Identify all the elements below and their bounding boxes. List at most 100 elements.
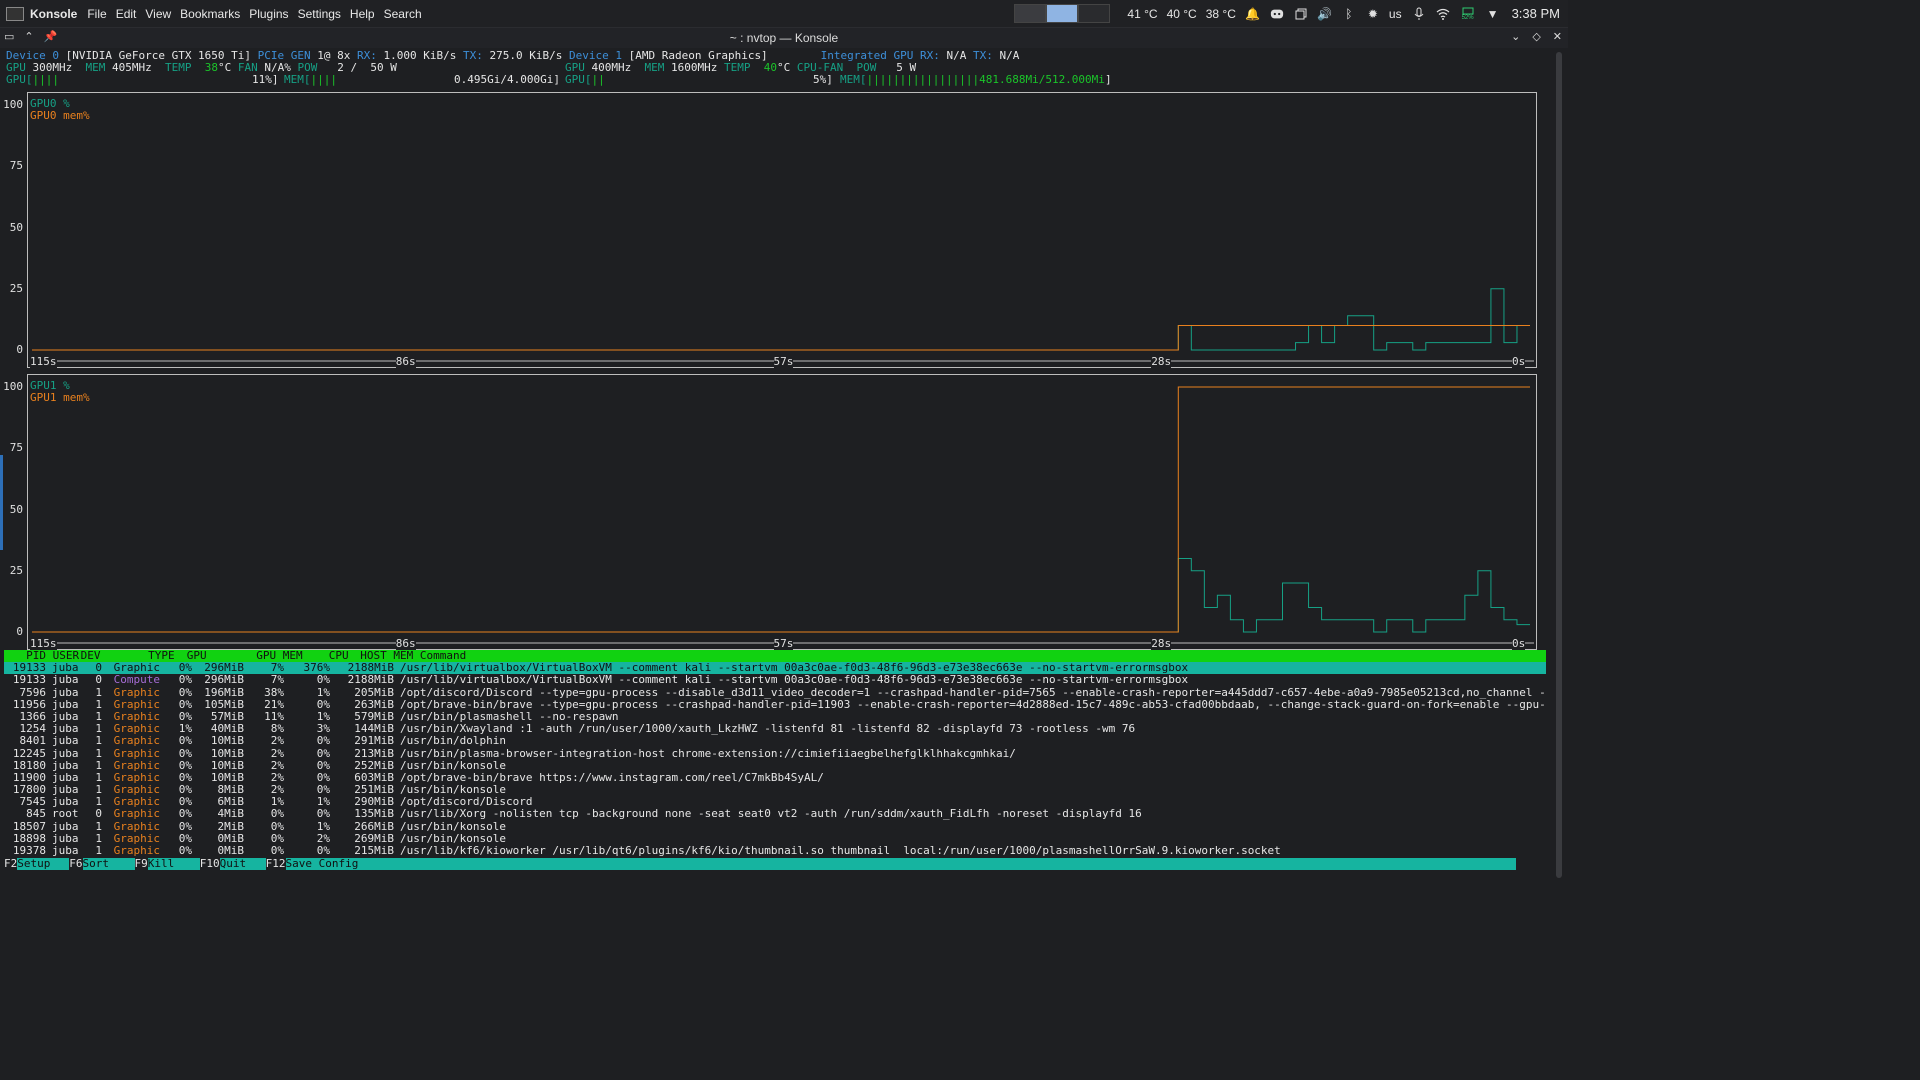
- desktop-3[interactable]: [1078, 4, 1111, 23]
- fkey-label-quit[interactable]: Quit: [219, 858, 266, 870]
- cell-gpumem: 10MiB: [210, 747, 244, 760]
- cell-user: juba: [52, 832, 79, 845]
- window-title: ~ : nvtop — Konsole: [729, 31, 839, 45]
- cell-command: /usr/lib/kf6/kioworker /usr/lib/qt6/plug…: [400, 845, 1281, 857]
- window-titlebar[interactable]: ▭ ⌃ 📌 ~ : nvtop — Konsole ⌄ ◇ ✕: [0, 28, 1568, 48]
- col-pid[interactable]: PID: [4, 650, 46, 662]
- table-row[interactable]: 18898 juba 1 Graphic 0% 0MiB 0% 2% 269MiB/usr/bi…: [4, 833, 1546, 845]
- maximize-icon[interactable]: ◇: [1532, 30, 1540, 43]
- table-row[interactable]: 8401 juba 1 Graphic 0% 10MiB 2% 0% 291MiB/usr/bi…: [4, 735, 1546, 747]
- gpu0-bar-label: GPU[: [6, 73, 33, 86]
- brightness-icon[interactable]: ✹: [1366, 7, 1380, 21]
- desktop-2[interactable]: [1046, 4, 1079, 23]
- cell-type: Graphic: [113, 808, 160, 821]
- fkey-label-save-config[interactable]: Save Config: [285, 858, 1516, 870]
- fkey-f12[interactable]: F12: [266, 857, 286, 870]
- gpu0-util-pct: 11%]: [252, 73, 279, 86]
- menu-help[interactable]: Help: [350, 7, 375, 21]
- table-row[interactable]: 7596 juba 1 Graphic 0% 196MiB 38% 1% 205MiB/opt/…: [4, 687, 1546, 699]
- menu-view[interactable]: View: [145, 7, 171, 21]
- menu-plugins[interactable]: Plugins: [249, 7, 288, 21]
- virtual-desktop-pager[interactable]: [1014, 4, 1111, 23]
- cell-gpu: 0%: [178, 759, 192, 772]
- gpu1-bar-fill: ||: [591, 73, 605, 86]
- menu-file[interactable]: File: [87, 7, 106, 21]
- fkey-label-sort[interactable]: Sort: [82, 858, 135, 870]
- dev1-tx-value: N/A: [999, 49, 1020, 62]
- cell-hostmem: 251MiB: [354, 784, 394, 797]
- col-hostmem[interactable]: HOST MEM: [355, 650, 413, 662]
- table-row[interactable]: 17800 juba 1 Graphic 0% 8MiB 2% 0% 251MiB/usr/bi…: [4, 784, 1546, 796]
- dev1-tx-label: TX:: [973, 49, 993, 62]
- table-row[interactable]: 1254 juba 1 Graphic 1% 40MiB 8% 3% 144MiB/usr/bi…: [4, 723, 1546, 735]
- table-row[interactable]: 19133 juba 0 Compute 0% 296MiB 7% 0% 2188MiB/usr…: [4, 674, 1546, 686]
- temp-sensor-1[interactable]: 41 °C: [1127, 7, 1157, 21]
- cell-dev: 1: [95, 723, 102, 736]
- col-cpu[interactable]: CPU: [303, 650, 349, 662]
- menu-bookmarks[interactable]: Bookmarks: [180, 7, 240, 21]
- gpu1-bar-label: GPU[: [565, 73, 592, 86]
- cell-dev: 1: [95, 698, 102, 711]
- keyboard-layout[interactable]: us: [1389, 7, 1402, 21]
- col-dev[interactable]: DEV: [81, 650, 109, 662]
- clock[interactable]: 3:38 PM: [1512, 6, 1560, 21]
- table-row[interactable]: 12245 juba 1 Graphic 0% 10MiB 2% 0% 213MiB/usr/b…: [4, 748, 1546, 760]
- cell-gpumem-pct: 38%: [264, 686, 284, 699]
- menu-search[interactable]: Search: [384, 7, 422, 21]
- fkey-f10[interactable]: F10: [200, 857, 220, 870]
- table-row[interactable]: 11956 juba 1 Graphic 0% 105MiB 21% 0% 263MiB/opt…: [4, 699, 1546, 711]
- clipboard-icon[interactable]: [1294, 7, 1308, 21]
- table-header[interactable]: PID USER DEV TYPE GPU GPU MEM CPU HOST MEM Co…: [4, 650, 1546, 663]
- desktop-1[interactable]: [1014, 4, 1047, 23]
- table-row[interactable]: 19133 juba 0 Graphic 0% 296MiB 7% 376% 2188MiB/u…: [4, 662, 1546, 675]
- table-row[interactable]: 18507 juba 1 Graphic 0% 2MiB 0% 1% 266MiB/usr/bi…: [4, 821, 1546, 833]
- discord-icon[interactable]: [1270, 7, 1284, 21]
- table-row[interactable]: 18180 juba 1 Graphic 0% 10MiB 2% 0% 252MiB/usr/b…: [4, 760, 1546, 772]
- cell-pid: 845: [26, 808, 46, 821]
- notification-bell-icon[interactable]: 🔔: [1245, 7, 1260, 21]
- process-table[interactable]: PID USER DEV TYPE GPU GPU MEM CPU HOST MEM Co…: [4, 650, 1546, 857]
- battery-icon[interactable]: 52%: [1460, 7, 1476, 21]
- col-type[interactable]: TYPE: [109, 650, 175, 662]
- cell-user: juba: [52, 723, 79, 736]
- menu-edit[interactable]: Edit: [116, 7, 137, 21]
- fkey-f6[interactable]: F6: [69, 857, 82, 870]
- cell-gpumem: 10MiB: [210, 735, 244, 748]
- cell-command: /opt/discord/Discord --type=gpu-process …: [400, 686, 1546, 699]
- fkey-label-kill[interactable]: Kill: [147, 858, 200, 870]
- cell-gpu: 0%: [178, 662, 192, 675]
- cell-dev: 1: [95, 796, 102, 809]
- mem0-clk-label: MEM: [85, 61, 106, 74]
- col-gpumem[interactable]: GPU MEM: [207, 650, 302, 662]
- temp-sensor-2[interactable]: 40 °C: [1167, 7, 1197, 21]
- col-user[interactable]: USER: [53, 650, 81, 662]
- cell-type: Graphic: [113, 662, 160, 675]
- cell-hostmem: 2188MiB: [347, 662, 394, 675]
- col-gpu[interactable]: GPU: [175, 650, 207, 662]
- col-command[interactable]: Command: [420, 650, 466, 662]
- minimize-icon[interactable]: ⌄: [1511, 30, 1520, 43]
- microphone-icon[interactable]: [1412, 7, 1426, 21]
- cell-dev: 1: [95, 820, 102, 833]
- scrollbar-thumb[interactable]: [1556, 52, 1562, 878]
- tray-expand-arrow-icon[interactable]: ▼: [1486, 7, 1500, 21]
- temp1-value: 40: [763, 61, 777, 74]
- cell-gpumem: 10MiB: [210, 759, 244, 772]
- bluetooth-icon[interactable]: ᛒ: [1342, 7, 1356, 21]
- terminal-scrollbar[interactable]: [1555, 48, 1563, 882]
- fkey-f2[interactable]: F2: [4, 857, 17, 870]
- wifi-icon[interactable]: [1436, 7, 1450, 21]
- table-row[interactable]: 19378 juba 1 Graphic 0% 0MiB 0% 0% 215MiB/usr/li…: [4, 845, 1546, 857]
- cell-command: /usr/bin/plasma-browser-integration-host…: [400, 747, 1016, 760]
- cell-gpu: 0%: [178, 771, 192, 784]
- fkey-f9[interactable]: F9: [135, 857, 148, 870]
- volume-icon[interactable]: 🔊: [1317, 7, 1332, 21]
- close-icon[interactable]: ✕: [1553, 30, 1562, 43]
- table-row[interactable]: 1366 juba 1 Graphic 0% 57MiB 11% 1% 579MiB/usr/b…: [4, 711, 1546, 723]
- temp-sensor-3[interactable]: 38 °C: [1206, 7, 1236, 21]
- fkey-label-setup[interactable]: Setup: [17, 858, 70, 870]
- table-row[interactable]: 845 root 0 Graphic 0% 4MiB 0% 0% 135MiB/usr/lib/…: [4, 808, 1546, 820]
- table-row[interactable]: 11900 juba 1 Graphic 0% 10MiB 2% 0% 603MiB/opt/b…: [4, 772, 1546, 784]
- menu-settings[interactable]: Settings: [298, 7, 341, 21]
- table-row[interactable]: 7545 juba 1 Graphic 0% 6MiB 1% 1% 290MiB/opt/dis…: [4, 796, 1546, 808]
